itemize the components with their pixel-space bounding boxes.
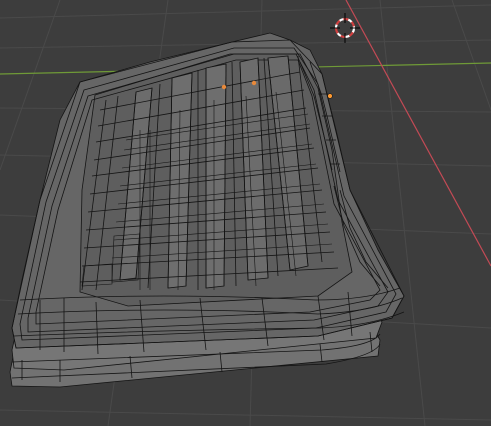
3d-viewport[interactable] — [0, 0, 491, 426]
object-origin-icon[interactable] — [327, 93, 333, 99]
selected-vertex[interactable] — [251, 80, 257, 86]
viewport-canvas[interactable] — [0, 0, 491, 426]
selected-vertex[interactable] — [221, 84, 227, 90]
keyboard-mesh[interactable] — [9, 32, 405, 388]
